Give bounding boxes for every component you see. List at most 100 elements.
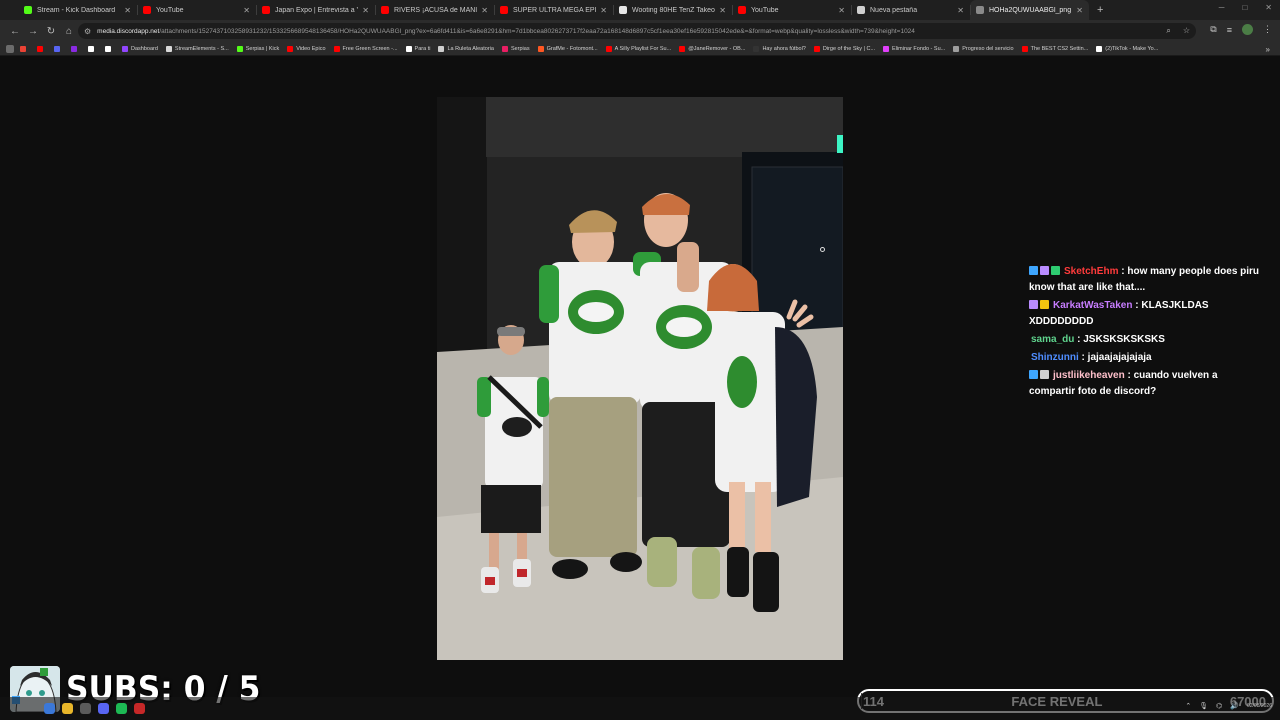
tab-title: RIVERS ¡ACUSA de MANIPULAR (394, 6, 478, 14)
browser-tab[interactable]: SUPER ULTRA MEGA EPIC ESPE ✕ (494, 0, 613, 20)
browser-tab[interactable]: Stream - Kick Dashboard ✕ (18, 0, 137, 20)
bookmark-item[interactable]: Dashboard (122, 45, 158, 52)
bookmark-item[interactable]: @JaneRemover - OB... (679, 45, 746, 52)
file-explorer-icon[interactable] (44, 703, 55, 714)
browser-tab[interactable]: YouTube ✕ (732, 0, 851, 20)
bookmark-item[interactable]: The BEST CS2 Settin... (1021, 45, 1088, 52)
bookmark-favicon-icon (54, 45, 60, 52)
bookmark-item[interactable] (20, 45, 29, 52)
bookmark-item[interactable]: Serpias | Kick (236, 45, 280, 52)
extensions-icon[interactable]: ⧉ (1210, 24, 1216, 35)
bookmark-label: Serpias | Kick (245, 45, 280, 52)
bookmark-favicon-icon (236, 45, 243, 52)
network-icon[interactable]: ⌬ (1216, 702, 1222, 710)
close-tab-icon[interactable]: ✕ (719, 6, 726, 15)
bookmark-item[interactable] (88, 45, 97, 52)
chat-username[interactable]: SketchEhm (1064, 266, 1118, 277)
bookmark-item[interactable] (71, 45, 80, 52)
browser-tab[interactable]: Nueva pestaña ✕ (851, 0, 970, 20)
bookmark-item[interactable]: Serpias (501, 45, 530, 52)
tray-chevron-icon[interactable]: ⌃ (1185, 702, 1191, 710)
bookmark-item[interactable]: StreamElements - S... (165, 45, 229, 52)
browser-tab[interactable]: Wooting 80HE TenZ Takeover ✕ (613, 0, 732, 20)
browser-tab[interactable]: RIVERS ¡ACUSA de MANIPULAR✕ (375, 0, 494, 20)
tab-title: Nueva pestaña (870, 6, 918, 14)
image-icon (976, 6, 984, 14)
close-tab-icon[interactable]: ✕ (1076, 6, 1083, 15)
bookmark-item[interactable]: Free Green Screen -... (333, 45, 398, 52)
browser-tab[interactable]: YouTube ✕ (137, 0, 256, 20)
app-icon[interactable] (134, 703, 145, 714)
tab-title: SUPER ULTRA MEGA EPIC ESPE (513, 6, 596, 14)
address-bar[interactable]: ⚙ media.discordapp.net/attachments/15274… (78, 23, 1196, 39)
bookmark-item[interactable]: Para ti (405, 45, 430, 52)
tab-search-icon[interactable]: ≡ (1227, 25, 1232, 35)
profile-avatar[interactable] (1242, 24, 1253, 35)
forward-icon[interactable]: → (24, 26, 42, 37)
bookmark-label: A Silly Playlist For Su... (614, 45, 672, 52)
reload-icon[interactable]: ↻ (42, 26, 60, 37)
bookmark-favicon-icon (165, 45, 172, 52)
bookmark-favicon-icon (37, 45, 43, 52)
bookmark-item[interactable]: Dirge of the Sky | C... (813, 45, 875, 52)
close-tab-icon[interactable]: ✕ (362, 6, 369, 15)
browser-tab[interactable]: Japan Expo | Entrevista a Youtub ✕ (256, 0, 375, 20)
close-tab-icon[interactable]: ✕ (957, 6, 964, 15)
close-tab-icon[interactable]: ✕ (124, 6, 131, 15)
bookmark-favicon-icon (122, 45, 128, 52)
browser-tab[interactable]: HOHa2QUWUAABGl_png (73 ✕ (970, 0, 1089, 20)
bookmark-item[interactable]: Progreso del servicio (953, 45, 1014, 52)
close-tab-icon[interactable]: ✕ (838, 6, 845, 15)
bookmark-item[interactable] (105, 45, 114, 52)
close-tab-icon[interactable]: ✕ (600, 6, 607, 15)
wooting-icon (619, 6, 627, 14)
minimize-icon[interactable]: ─ (1219, 3, 1225, 12)
bookmark-item[interactable]: Video Epico (287, 45, 326, 52)
bookmark-item[interactable]: GrafMe - Fotomont... (537, 45, 598, 52)
bookmark-label: @JaneRemover - OB... (688, 45, 746, 52)
new-tab-icon[interactable]: + (1097, 0, 1103, 20)
bookmark-favicon-icon (883, 45, 890, 52)
close-window-icon[interactable]: ✕ (1265, 3, 1272, 12)
site-info-icon[interactable]: ⚙ (84, 27, 91, 36)
bookmark-favicon-icon (405, 45, 412, 52)
chat-username[interactable]: KarkatWasTaken (1053, 300, 1132, 311)
bookmarks-bar: Dashboard StreamElements - S... Serpias | … (0, 42, 1280, 56)
bookmark-label: Progreso del servicio (962, 45, 1014, 52)
more-bookmarks-icon[interactable]: » (1266, 42, 1270, 55)
bookmark-star-icon[interactable]: ☆ (1183, 26, 1190, 36)
chat-message: sama_du : JSKSKSKSKSKS (1027, 331, 1263, 349)
zoom-icon[interactable]: ⌕ (1166, 26, 1170, 36)
bookmark-label: GrafMe - Fotomont... (546, 45, 598, 52)
mic-icon[interactable]: 🎙 (1199, 702, 1208, 710)
bookmark-item[interactable]: A Silly Playlist For Su... (605, 45, 672, 52)
apps-grid-icon[interactable] (6, 44, 14, 53)
back-icon[interactable]: ← (6, 26, 24, 37)
chat-username[interactable]: Shinzunni (1031, 352, 1079, 363)
home-icon[interactable]: ⌂ (60, 26, 78, 37)
kick-icon (24, 6, 32, 14)
bookmark-item[interactable]: (2)TikTok - Make Yo... (1096, 45, 1158, 52)
close-tab-icon[interactable]: ✕ (243, 6, 250, 15)
clock-date: 02/08/2026 (1246, 703, 1272, 709)
discord-icon[interactable] (98, 703, 109, 714)
bookmark-label: Serpias (510, 45, 530, 52)
chrome-icon[interactable] (62, 703, 73, 714)
bookmark-item[interactable]: Hay ahora fútbol? (753, 45, 806, 52)
spotify-icon[interactable] (116, 703, 127, 714)
maximize-icon[interactable]: □ (1242, 3, 1247, 12)
bookmark-item[interactable] (37, 45, 46, 52)
chat-badge-icon (1029, 300, 1038, 309)
bookmark-label: StreamElements - S... (174, 45, 229, 52)
close-tab-icon[interactable]: ✕ (481, 6, 488, 15)
bookmark-item[interactable]: Eliminar Fondo - Su... (883, 45, 945, 52)
bookmark-favicon-icon (88, 45, 94, 52)
url-text[interactable]: media.discordapp.net/attachments/1527437… (97, 28, 1160, 35)
volume-icon[interactable]: 🔊 (1230, 702, 1239, 710)
obs-icon[interactable] (80, 703, 91, 714)
chat-username[interactable]: sama_du (1031, 334, 1074, 345)
chat-username[interactable]: justliikeheaven (1053, 370, 1125, 381)
bookmark-item[interactable] (54, 45, 63, 52)
menu-icon[interactable]: ⋮ (1263, 24, 1272, 35)
bookmark-item[interactable]: La Ruleta Aleatoria (438, 45, 494, 52)
